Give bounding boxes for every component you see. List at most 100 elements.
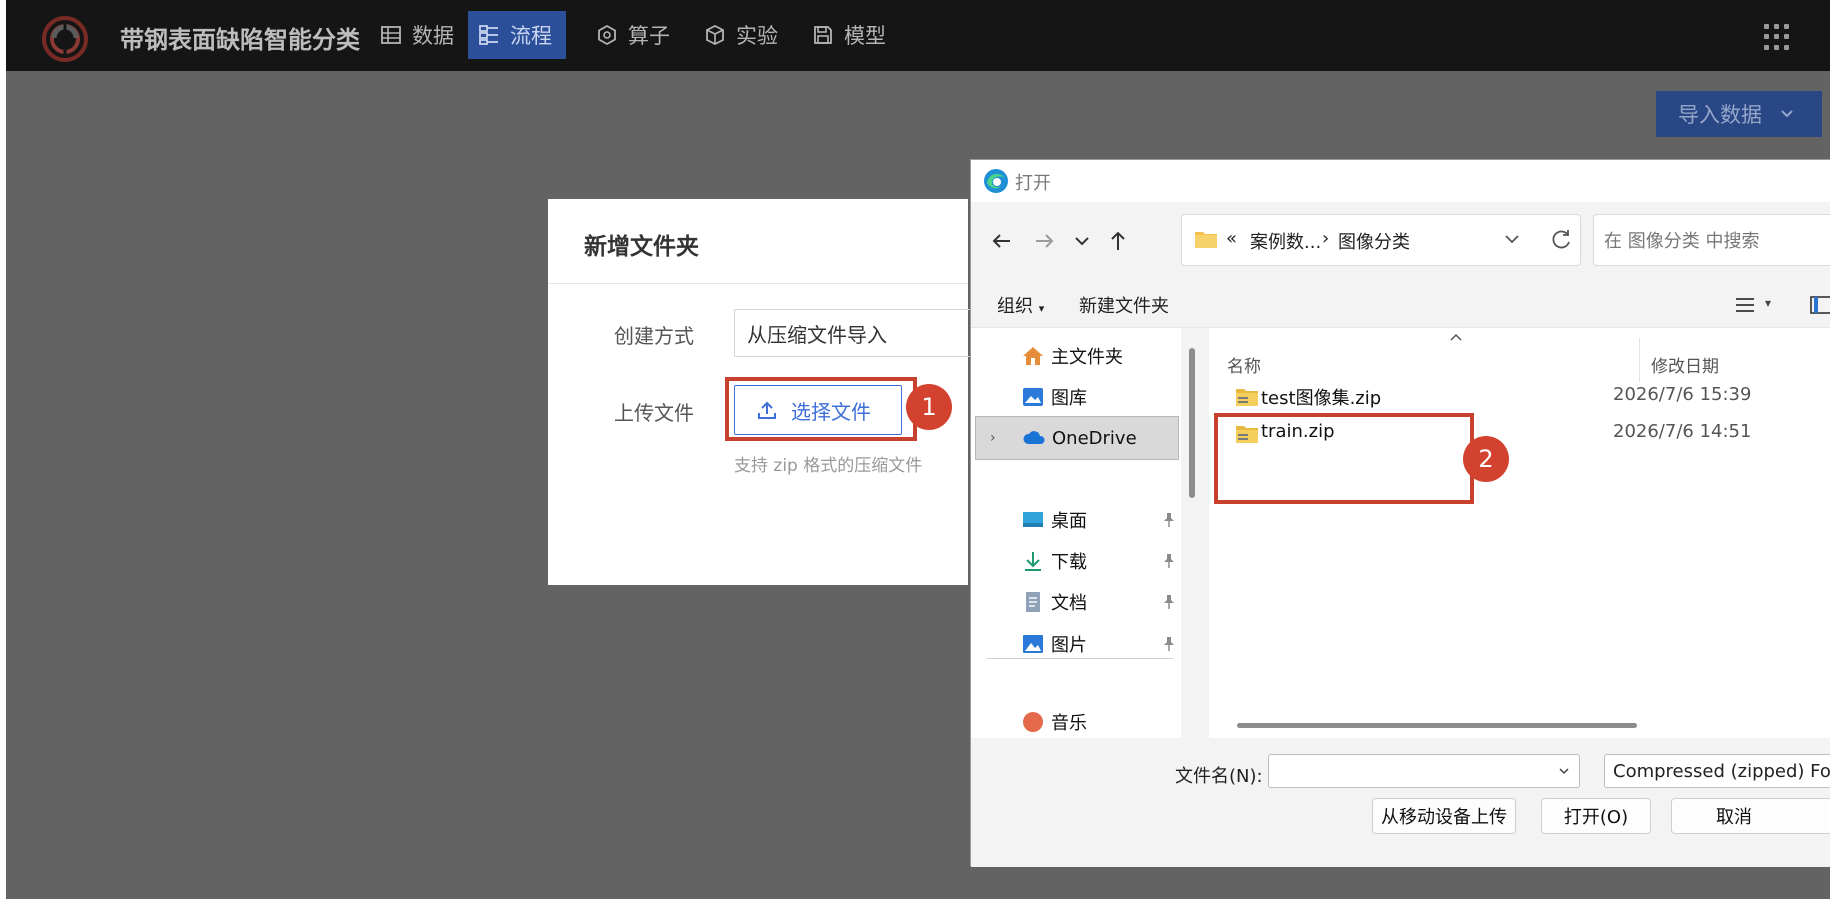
pin-icon[interactable]: [1161, 512, 1177, 528]
nav-downloads-label: 下载: [1051, 552, 1087, 573]
arrow-right-icon: [1036, 234, 1054, 248]
list-view-icon[interactable]: [1733, 294, 1757, 316]
address-prefix: «: [1226, 228, 1238, 249]
download-icon: [1025, 552, 1041, 571]
app-logo-icon: [42, 16, 88, 62]
nav-flow[interactable]: 流程: [468, 11, 566, 59]
cloud-icon: [1023, 431, 1045, 444]
chevron-down-icon[interactable]: [1557, 764, 1571, 778]
breadcrumb-segment-2[interactable]: 图像分类: [1338, 228, 1410, 254]
nav-scrollbar[interactable]: [1189, 348, 1195, 498]
upload-from-mobile-button[interactable]: 从移动设备上传: [1372, 798, 1516, 834]
upload-file-label: 上传文件: [614, 401, 694, 425]
music-icon: [1023, 712, 1043, 732]
new-folder-button[interactable]: 新建文件夹: [1079, 292, 1169, 318]
column-name[interactable]: 名称: [1227, 352, 1261, 377]
nav-music-label: 音乐: [1051, 713, 1087, 734]
apps-grid-icon[interactable]: [1764, 24, 1790, 50]
preview-pane-icon[interactable]: [1809, 294, 1830, 316]
upload-hint: 支持 zip 格式的压缩文件: [734, 456, 923, 476]
nav-documents[interactable]: 文档: [971, 580, 1181, 624]
nav-gallery[interactable]: 图库: [971, 375, 1181, 419]
app-header: 带钢表面缺陷智能分类 数据 流程 算子 实验 模型: [6, 0, 1830, 71]
import-data-button[interactable]: 导入数据: [1656, 91, 1822, 137]
address-bar[interactable]: « 案例数... › 图像分类: [1181, 214, 1581, 266]
nav-gallery-label: 图库: [1051, 388, 1087, 409]
search-input[interactable]: 在 图像分类 中搜索: [1593, 214, 1830, 266]
nav-documents-label: 文档: [1051, 593, 1087, 614]
nav-data-label: 数据: [412, 24, 454, 48]
view-dropdown-icon[interactable]: ▾: [1765, 296, 1771, 310]
cube-icon: [706, 24, 724, 46]
create-method-select[interactable]: 从压缩文件导入: [734, 309, 994, 357]
open-button[interactable]: 打开(O): [1541, 798, 1651, 834]
desktop-icon: [1023, 512, 1043, 527]
pin-icon[interactable]: [1161, 594, 1177, 610]
chevron-down-icon[interactable]: [1500, 227, 1524, 251]
file-dialog-titlebar: 打开: [971, 160, 1830, 202]
forward-button[interactable]: [1027, 224, 1061, 258]
organize-menu[interactable]: 组织 ▾: [997, 292, 1044, 318]
nav-model[interactable]: 模型: [802, 11, 896, 59]
pin-icon[interactable]: [1161, 636, 1177, 652]
breadcrumb-segment-1[interactable]: 案例数...: [1250, 228, 1321, 254]
annotation-badge-2: 2: [1463, 436, 1509, 482]
file-row[interactable]: test图像集.zip 2026/7/6 15:39: [1229, 382, 1829, 412]
file-dialog-toolbar: « 案例数... › 图像分类 在 图像分类 中搜索: [971, 202, 1830, 282]
file-date: 2026/7/6 14:51: [1613, 421, 1752, 442]
nav-home[interactable]: 主文件夹: [971, 334, 1181, 378]
gallery-icon: [1023, 388, 1043, 406]
file-open-dialog: 打开 « 案例数... › 图像分类 在 图像分类 中搜索 组织 ▾ 新建文件夹: [970, 159, 1830, 867]
back-button[interactable]: [985, 224, 1019, 258]
arrow-left-icon: [992, 234, 1010, 248]
file-type-select[interactable]: Compressed (zipped) Folder: [1604, 754, 1830, 788]
create-method-value: 从压缩文件导入: [747, 322, 887, 347]
nav-desktop[interactable]: 桌面: [971, 498, 1181, 542]
nav-operator[interactable]: 算子: [586, 11, 680, 59]
file-name: test图像集.zip: [1261, 388, 1382, 409]
hexagon-icon: [598, 24, 616, 46]
nav-music[interactable]: 音乐: [971, 700, 1181, 738]
column-modified[interactable]: 修改日期: [1651, 352, 1719, 377]
horizontal-scrollbar[interactable]: [1237, 723, 1637, 728]
nav-pictures[interactable]: 图片: [971, 622, 1181, 666]
nav-onedrive-label: OneDrive: [1052, 427, 1137, 449]
file-dialog-title: 打开: [1015, 173, 1051, 194]
file-date: 2026/7/6 15:39: [1613, 384, 1752, 405]
nav-pictures-label: 图片: [1051, 635, 1087, 656]
table-icon: [381, 26, 401, 44]
nav-downloads[interactable]: 下载: [971, 539, 1181, 583]
recent-locations-button[interactable]: [1065, 224, 1099, 258]
filename-input[interactable]: [1268, 754, 1580, 788]
nav-flow-label: 流程: [510, 24, 552, 48]
annotation-badge-1: 1: [906, 384, 952, 430]
nav-onedrive[interactable]: › OneDrive: [975, 416, 1179, 460]
nav-desktop-label: 桌面: [1051, 511, 1087, 532]
edge-browser-icon: [984, 169, 1008, 193]
pin-icon[interactable]: [1161, 553, 1177, 569]
annotation-box-2: [1214, 413, 1474, 504]
nav-experiment-label: 实验: [736, 24, 778, 48]
sort-caret-icon: [1450, 333, 1462, 341]
breadcrumb-separator: ›: [1322, 228, 1330, 249]
refresh-icon[interactable]: [1548, 227, 1574, 253]
save-icon: [814, 26, 832, 44]
chevron-down-icon: [1781, 110, 1793, 118]
home-icon: [1023, 347, 1043, 365]
arrow-up-icon: [1111, 231, 1125, 250]
dialog-title: 新增文件夹: [584, 234, 699, 260]
cancel-button[interactable]: 取消: [1671, 798, 1830, 834]
nav-model-label: 模型: [844, 24, 886, 48]
organize-label: 组织: [997, 296, 1033, 317]
column-separator[interactable]: [1639, 338, 1640, 382]
expand-chevron-icon[interactable]: ›: [990, 430, 996, 446]
flow-icon: [479, 25, 498, 45]
annotation-box-1: [725, 377, 917, 441]
file-dialog-footer: 文件名(N): Compressed (zipped) Folder 从移动设备…: [971, 738, 1830, 867]
zip-folder-icon: [1236, 389, 1258, 406]
nav-data[interactable]: 数据: [370, 11, 464, 59]
create-method-label: 创建方式: [614, 324, 694, 348]
nav-experiment[interactable]: 实验: [694, 11, 788, 59]
up-button[interactable]: [1101, 224, 1135, 258]
folder-icon: [1195, 232, 1217, 248]
